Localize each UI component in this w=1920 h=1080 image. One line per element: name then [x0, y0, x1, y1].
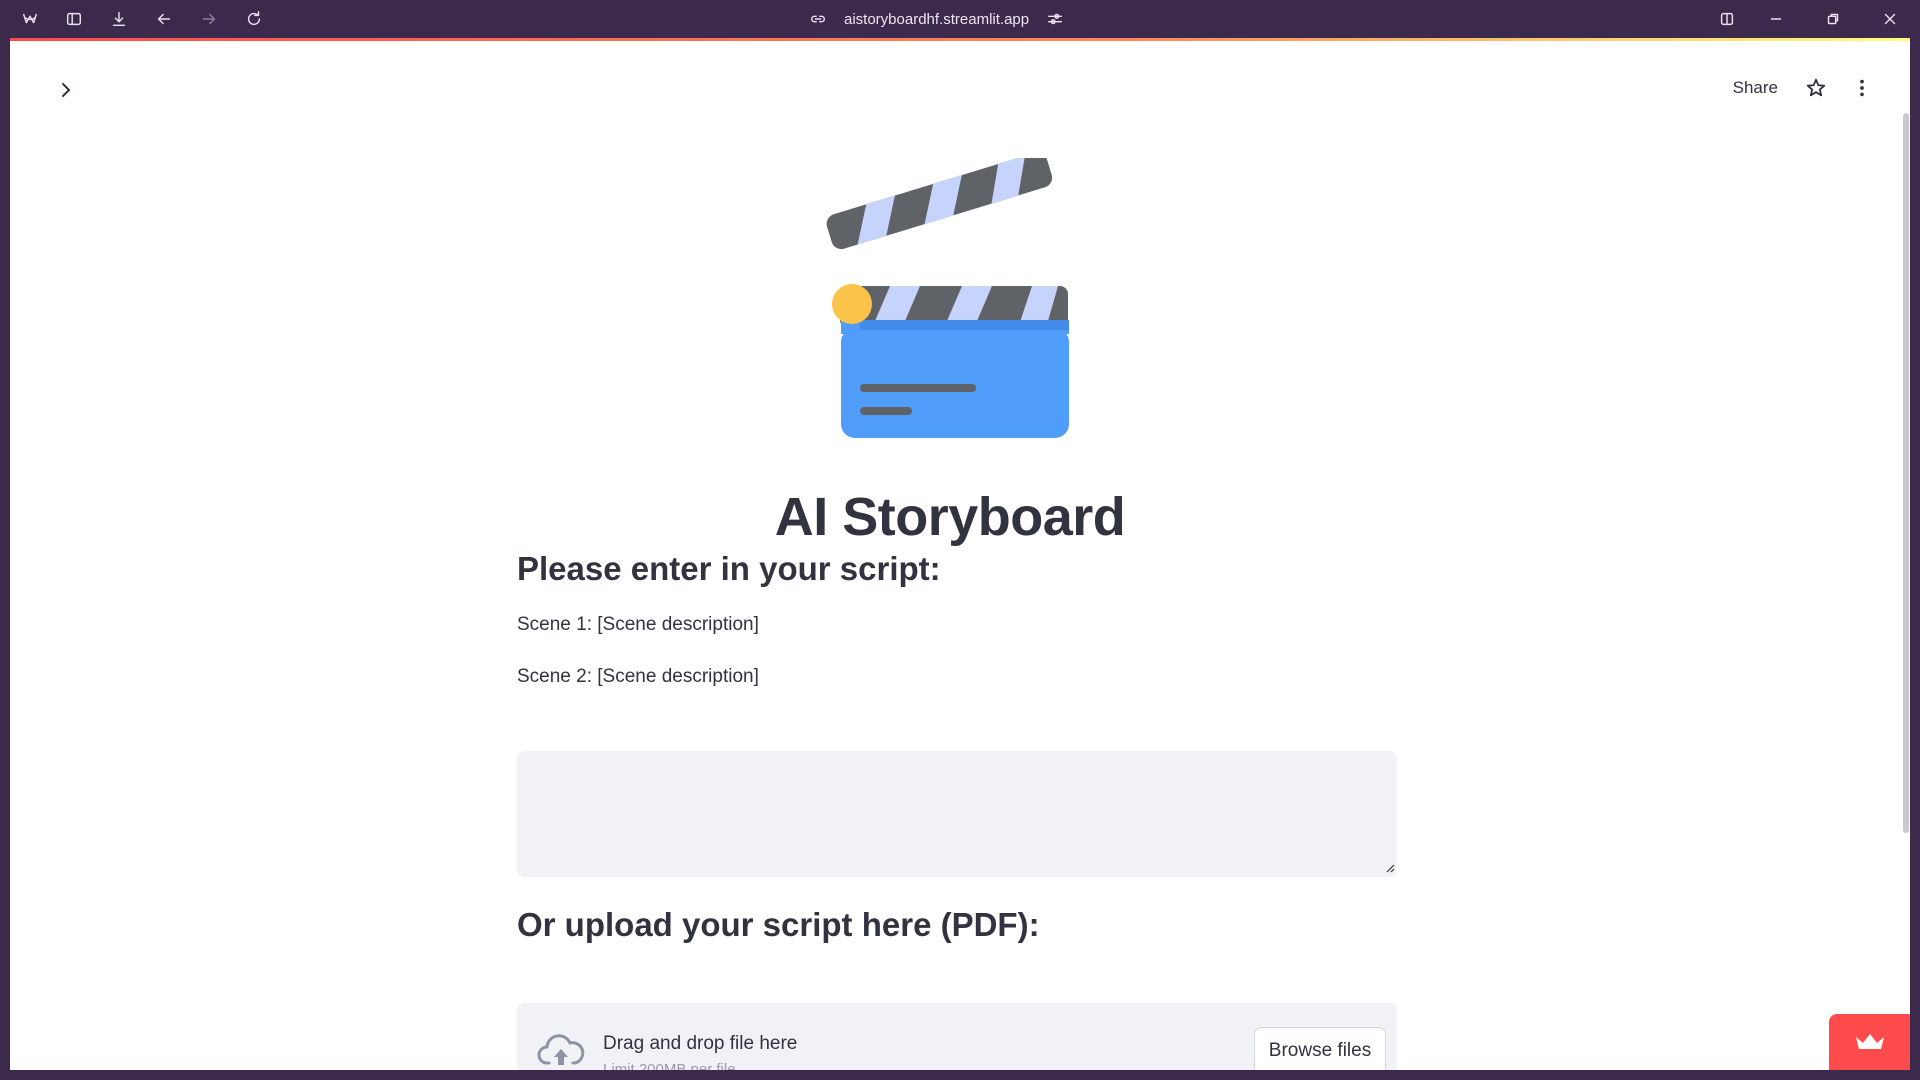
link-icon — [806, 7, 830, 31]
sidebar-panel-icon[interactable] — [60, 6, 88, 32]
star-icon[interactable] — [1802, 74, 1830, 102]
streamlit-badge[interactable] — [1829, 1014, 1910, 1070]
clapperboard-icon — [826, 158, 1069, 438]
browser-logo-icon[interactable] — [16, 6, 44, 32]
script-heading: Please enter in your script: — [517, 550, 941, 587]
chevron-right-icon — [62, 83, 70, 97]
app-viewport: Share AI Storyboard Please enter in your… — [10, 38, 1910, 1070]
address-bar[interactable]: aistoryboardhf.streamlit.app — [806, 6, 1067, 32]
url-text[interactable]: aistoryboardhf.streamlit.app — [844, 11, 1029, 28]
forward-icon[interactable] — [195, 6, 223, 32]
minimize-icon[interactable] — [1762, 6, 1790, 32]
page-title: AI Storyboard — [774, 487, 1126, 547]
scrollbar[interactable] — [1903, 113, 1909, 833]
expand-sidebar-button[interactable] — [50, 74, 82, 106]
split-view-icon[interactable] — [1713, 6, 1741, 32]
app-toolbar: Share — [1727, 70, 1876, 106]
cloud-upload-icon — [537, 1034, 585, 1065]
header-decoration-bar — [10, 38, 1910, 41]
download-icon[interactable] — [105, 6, 133, 32]
close-icon[interactable] — [1876, 6, 1904, 32]
restore-icon[interactable] — [1819, 6, 1847, 32]
more-menu-icon[interactable] — [1848, 74, 1876, 102]
example-line-2: Scene 2: [Scene description] — [517, 666, 759, 687]
limit-text: Limit 200MB per file — [603, 1061, 736, 1070]
back-icon[interactable] — [150, 6, 178, 32]
site-settings-icon[interactable] — [1043, 7, 1067, 31]
script-textarea[interactable] — [517, 751, 1397, 877]
browser-toolbar: aistoryboardhf.streamlit.app — [0, 0, 1920, 38]
crown-icon — [1855, 1034, 1884, 1049]
resize-grip-icon[interactable] — [1385, 863, 1395, 873]
reload-icon[interactable] — [240, 6, 268, 32]
example-line-1: Scene 1: [Scene description] — [517, 614, 759, 635]
drop-text: Drag and drop file here — [603, 1033, 798, 1054]
file-dropzone[interactable]: Drag and drop file here Limit 200MB per … — [517, 1003, 1397, 1070]
share-button[interactable]: Share — [1727, 74, 1784, 102]
upload-heading: Or upload your script here (PDF): — [517, 906, 1040, 943]
browse-files-button[interactable]: Browse files — [1254, 1027, 1386, 1070]
